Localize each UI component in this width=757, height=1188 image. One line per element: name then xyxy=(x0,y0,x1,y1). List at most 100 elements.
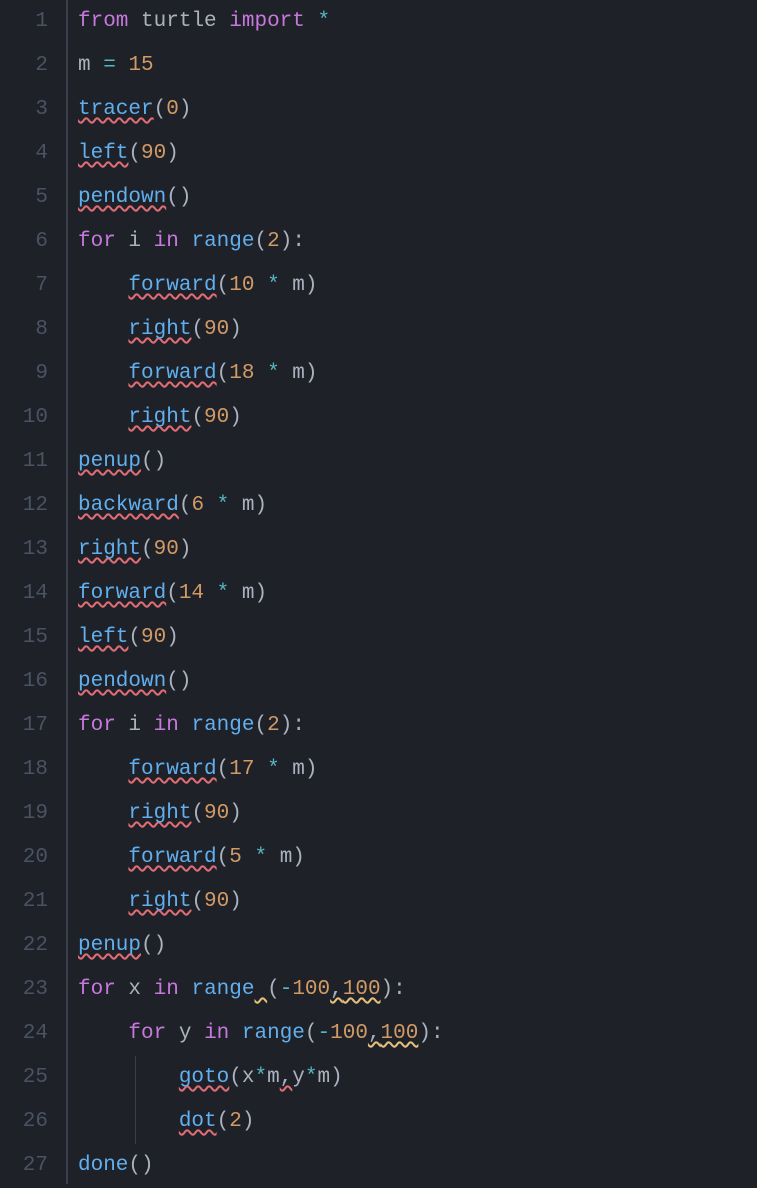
code-token: ) xyxy=(179,670,192,693)
code-token: backward xyxy=(78,494,179,517)
line-number: 15 xyxy=(0,616,48,660)
indent xyxy=(78,758,128,781)
line-number: 2 xyxy=(0,44,48,88)
code-token xyxy=(242,846,255,869)
code-token: left xyxy=(78,142,128,165)
code-token: ) xyxy=(229,802,242,825)
code-token: ) xyxy=(280,230,293,253)
code-line[interactable]: backward(6 * m) xyxy=(78,484,757,528)
code-token: ( xyxy=(254,230,267,253)
code-token xyxy=(179,978,192,1001)
line-number: 26 xyxy=(0,1100,48,1144)
code-token: m xyxy=(292,362,305,385)
code-token: * xyxy=(217,582,230,605)
code-token: * xyxy=(254,846,267,869)
code-line[interactable]: for i in range(2): xyxy=(78,704,757,748)
code-token xyxy=(204,582,217,605)
code-token xyxy=(254,978,267,1001)
code-token: y xyxy=(292,1066,305,1089)
code-token xyxy=(254,758,267,781)
indent xyxy=(78,890,128,913)
code-token: right xyxy=(78,538,141,561)
code-line[interactable]: from turtle import * xyxy=(78,0,757,44)
code-token: in xyxy=(154,230,179,253)
indent-guide xyxy=(135,1100,136,1144)
code-line[interactable]: left(90) xyxy=(78,132,757,176)
code-token xyxy=(280,758,293,781)
code-line[interactable]: dot(2) xyxy=(78,1100,757,1144)
code-token: ( xyxy=(254,714,267,737)
code-area[interactable]: from turtle import *m = 15tracer(0)left(… xyxy=(68,0,757,1184)
code-token: ) xyxy=(166,142,179,165)
code-token: ( xyxy=(267,978,280,1001)
code-line[interactable]: m = 15 xyxy=(78,44,757,88)
code-line[interactable]: left(90) xyxy=(78,616,757,660)
code-line[interactable]: penup() xyxy=(78,440,757,484)
code-token: 2 xyxy=(267,714,280,737)
code-token: ) xyxy=(254,494,267,517)
code-line[interactable]: right(90) xyxy=(78,792,757,836)
indent xyxy=(78,1110,179,1133)
code-line[interactable]: for i in range(2): xyxy=(78,220,757,264)
code-token: , xyxy=(280,1066,293,1089)
code-token: m xyxy=(267,1066,280,1089)
code-line[interactable]: forward(14 * m) xyxy=(78,572,757,616)
code-line[interactable]: forward(18 * m) xyxy=(78,352,757,396)
code-token: : xyxy=(393,978,406,1001)
code-token: * xyxy=(254,1066,267,1089)
code-token: ( xyxy=(217,274,230,297)
code-token xyxy=(141,230,154,253)
code-line[interactable]: tracer(0) xyxy=(78,88,757,132)
code-token: forward xyxy=(128,758,216,781)
code-token xyxy=(179,714,192,737)
line-number: 8 xyxy=(0,308,48,352)
code-token: dot xyxy=(179,1110,217,1133)
code-token: from xyxy=(78,10,128,33)
code-token xyxy=(116,54,129,77)
code-token: m xyxy=(242,582,255,605)
code-token: turtle xyxy=(141,10,217,33)
code-line[interactable]: right(90) xyxy=(78,528,757,572)
code-token: 90 xyxy=(141,626,166,649)
code-token xyxy=(128,10,141,33)
code-line[interactable]: for y in range(-100,100): xyxy=(78,1012,757,1056)
code-token: ( xyxy=(128,626,141,649)
code-line[interactable]: forward(5 * m) xyxy=(78,836,757,880)
code-token: ( xyxy=(128,142,141,165)
indent xyxy=(78,846,128,869)
code-token xyxy=(116,714,129,737)
indent xyxy=(78,802,128,825)
code-line[interactable]: pendown() xyxy=(78,176,757,220)
code-token: for xyxy=(78,714,116,737)
code-token xyxy=(91,54,104,77)
code-editor[interactable]: 1234567891011121314151617181920212223242… xyxy=(0,0,757,1184)
code-token: i xyxy=(128,714,141,737)
code-token: 14 xyxy=(179,582,204,605)
code-token: 100 xyxy=(292,978,330,1001)
code-token: right xyxy=(128,890,191,913)
code-token: in xyxy=(154,714,179,737)
code-token: ( xyxy=(229,1066,242,1089)
code-line[interactable]: forward(10 * m) xyxy=(78,264,757,308)
code-token: 90 xyxy=(204,318,229,341)
code-token xyxy=(229,582,242,605)
code-token: ) xyxy=(229,318,242,341)
code-line[interactable]: right(90) xyxy=(78,308,757,352)
code-token: 17 xyxy=(229,758,254,781)
code-token: ( xyxy=(305,1022,318,1045)
code-line[interactable]: right(90) xyxy=(78,880,757,924)
code-line[interactable]: goto(x*m,y*m) xyxy=(78,1056,757,1100)
code-token: ) xyxy=(381,978,394,1001)
code-line[interactable]: done() xyxy=(78,1144,757,1188)
code-token: ( xyxy=(166,582,179,605)
line-number: 24 xyxy=(0,1012,48,1056)
code-token: ) xyxy=(305,274,318,297)
line-number: 19 xyxy=(0,792,48,836)
code-token: m xyxy=(318,1066,331,1089)
code-line[interactable]: for x in range (-100,100): xyxy=(78,968,757,1012)
code-line[interactable]: penup() xyxy=(78,924,757,968)
code-line[interactable]: right(90) xyxy=(78,396,757,440)
code-line[interactable]: pendown() xyxy=(78,660,757,704)
code-line[interactable]: forward(17 * m) xyxy=(78,748,757,792)
code-token: penup xyxy=(78,450,141,473)
